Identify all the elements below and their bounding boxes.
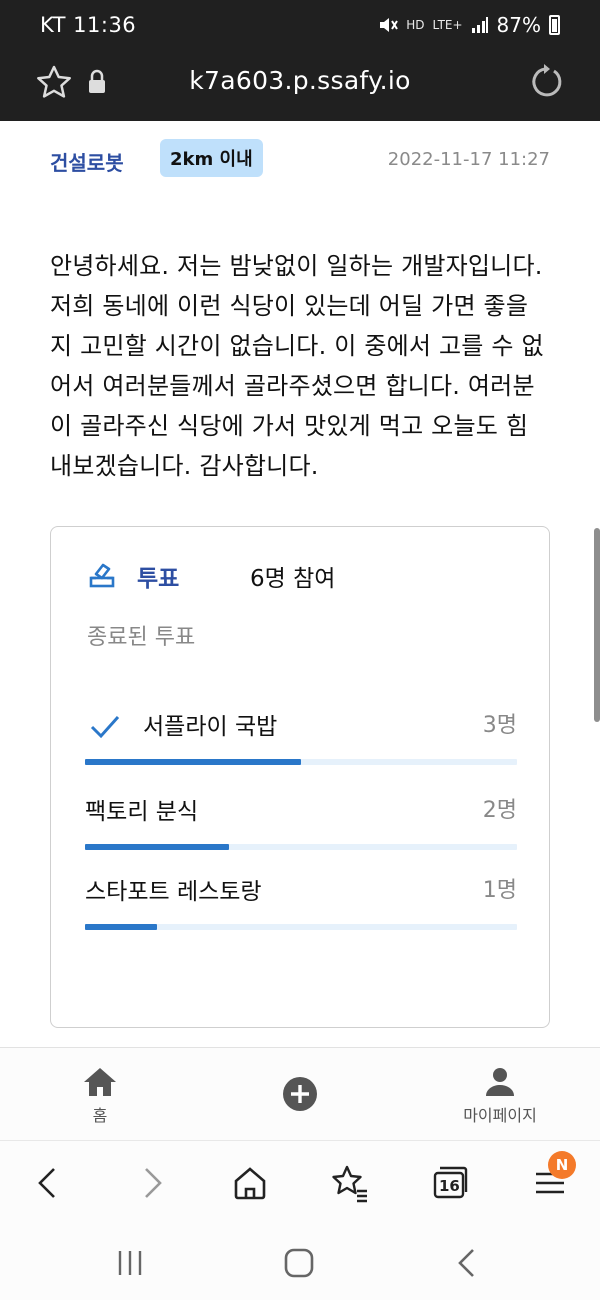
- add-icon: [283, 1077, 317, 1111]
- browser-home-icon[interactable]: [230, 1163, 270, 1203]
- poll-option-bar: [85, 924, 517, 930]
- poll-option-fill: [85, 759, 301, 765]
- battery-percent: 87%: [496, 13, 541, 37]
- tab-count: 16: [439, 1177, 460, 1195]
- nav-mypage-label: 마이페이지: [463, 1106, 537, 1125]
- poll-label: 투표: [137, 566, 180, 592]
- page-scrollbar[interactable]: [594, 528, 600, 722]
- poll-card: 투표 6명 참여 종료된 투표 서플라이 국밥 3명 팩토리 분식 2명 스타포…: [50, 526, 550, 1028]
- poll-option-name: 팩토리 분식: [85, 799, 199, 825]
- menu-notification-badge: N: [548, 1151, 576, 1179]
- bookmarks-icon[interactable]: [330, 1163, 370, 1203]
- poll-option[interactable]: 서플라이 국밥 3명: [85, 707, 517, 769]
- poll-option-bar: [85, 759, 517, 765]
- recents-icon[interactable]: [112, 1245, 148, 1281]
- system-back-icon[interactable]: [450, 1245, 486, 1281]
- system-nav-bar: [0, 1225, 600, 1300]
- signal-icon: [471, 17, 488, 33]
- poll-option-fill: [85, 924, 158, 930]
- poll-option-votes: 2명: [482, 798, 517, 823]
- home-button-icon[interactable]: [281, 1245, 317, 1281]
- poll-option-name: 서플라이 국밥: [143, 714, 278, 740]
- poll-option[interactable]: 팩토리 분식 2명: [85, 792, 517, 854]
- app-bottom-nav: 홈 마이페이지: [0, 1047, 600, 1140]
- nav-mypage[interactable]: 마이페이지: [445, 1066, 555, 1126]
- reload-icon[interactable]: [526, 62, 566, 102]
- battery-icon: [549, 15, 560, 35]
- hd-label: HD: [406, 18, 425, 32]
- poll-option-votes: 1명: [482, 878, 517, 903]
- back-icon[interactable]: [28, 1163, 68, 1203]
- vote-icon: [89, 563, 115, 588]
- browser-top-bar: KT 11:36 HD LTE+ 87% k7a603.p.ssafy.io: [0, 0, 600, 121]
- forward-icon[interactable]: [132, 1163, 172, 1203]
- url-bar[interactable]: k7a603.p.ssafy.io: [0, 52, 600, 121]
- poll-option-bar: [85, 844, 517, 850]
- poll-header: 투표 6명 참여: [87, 559, 517, 592]
- carrier-time: KT 11:36: [40, 13, 137, 37]
- network-label: LTE+: [432, 18, 463, 32]
- url-text[interactable]: k7a603.p.ssafy.io: [0, 66, 600, 95]
- nav-home[interactable]: 홈: [70, 1066, 130, 1126]
- poll-participants: 6명 참여: [250, 566, 336, 592]
- poll-status: 종료된 투표: [87, 625, 196, 650]
- poll-option-votes: 3명: [482, 713, 517, 738]
- post-meta: 건설로봇 2km 이내 2022-11-17 11:27: [50, 139, 550, 181]
- post-body: 안녕하세요. 저는 밤낮없이 일하는 개발자입니다. 저희 동네에 이런 식당이…: [50, 252, 544, 480]
- check-icon: [90, 715, 120, 739]
- poll-option-fill: [85, 844, 229, 850]
- person-icon: [486, 1068, 514, 1096]
- post-date: 2022-11-17 11:27: [387, 149, 550, 170]
- status-bar: KT 11:36 HD LTE+ 87%: [0, 0, 600, 52]
- distance-badge: 2km 이내: [160, 139, 263, 177]
- home-icon: [84, 1068, 116, 1096]
- browser-bottom-toolbar: 16 N: [0, 1140, 600, 1225]
- post-category: 건설로봇: [50, 151, 124, 175]
- status-icons: HD LTE+ 87%: [378, 13, 560, 37]
- poll-option-name: 스타포트 레스토랑: [85, 879, 262, 905]
- mute-icon: [380, 18, 399, 32]
- post-content: 건설로봇 2km 이내 2022-11-17 11:27 안녕하세요. 저는 밤…: [0, 121, 600, 1047]
- poll-option[interactable]: 스타포트 레스토랑 1명: [85, 872, 517, 934]
- tabs-icon[interactable]: 16: [430, 1163, 470, 1203]
- nav-home-label: 홈: [92, 1106, 108, 1125]
- nav-add[interactable]: [270, 1076, 330, 1116]
